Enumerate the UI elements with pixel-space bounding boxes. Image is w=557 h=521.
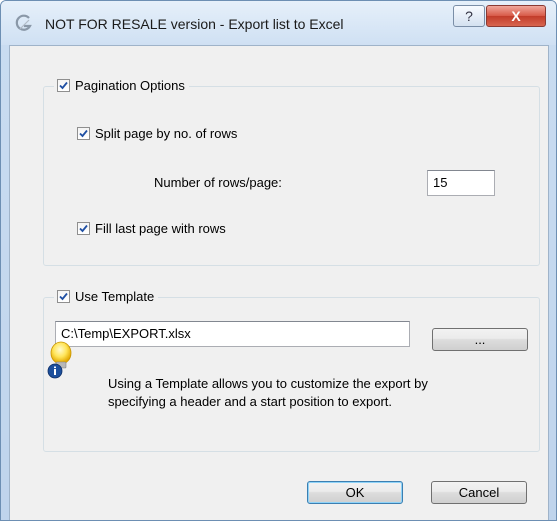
split-page-checkbox[interactable] — [77, 127, 90, 140]
rows-per-page-label: Number of rows/page: — [154, 175, 282, 190]
checkmark-icon — [79, 129, 88, 138]
help-icon: ? — [465, 8, 473, 24]
dialog-window: NOT FOR RESALE version - Export list to … — [0, 0, 557, 521]
ok-button[interactable]: OK — [307, 481, 403, 504]
checkmark-icon — [79, 224, 88, 233]
browse-button[interactable]: ... — [432, 328, 528, 351]
use-template-label: Use Template — [75, 289, 155, 304]
template-info-text: Using a Template allows you to customize… — [108, 375, 488, 411]
template-info-line-2: specifying a header and a start position… — [108, 394, 393, 409]
template-info-line-1: Using a Template allows you to customize… — [108, 376, 428, 391]
title-bar[interactable]: NOT FOR RESALE version - Export list to … — [1, 1, 556, 45]
template-path-input[interactable]: C:\Temp\EXPORT.xlsx — [55, 321, 410, 347]
use-template-checkbox[interactable] — [57, 290, 70, 303]
checkmark-icon — [59, 292, 68, 301]
rows-per-page-input[interactable]: 15 — [427, 170, 495, 196]
split-page-label: Split page by no. of rows — [95, 126, 238, 141]
fill-last-page-option[interactable]: Fill last page with rows — [77, 221, 226, 236]
pagination-options-legend[interactable]: Pagination Options — [54, 78, 189, 93]
window-title: NOT FOR RESALE version - Export list to … — [45, 16, 344, 32]
help-button[interactable]: ? — [453, 5, 485, 27]
dialog-client-area: Pagination Options Split page by no. of … — [9, 45, 549, 520]
use-template-legend[interactable]: Use Template — [54, 289, 159, 304]
pagination-options-checkbox[interactable] — [57, 79, 70, 92]
fill-last-page-checkbox[interactable] — [77, 222, 90, 235]
close-button[interactable]: X — [486, 5, 546, 27]
cancel-button[interactable]: Cancel — [431, 481, 527, 504]
close-icon: X — [511, 8, 521, 24]
lightbulb-info-icon — [47, 341, 72, 379]
split-page-option[interactable]: Split page by no. of rows — [77, 126, 237, 141]
fill-last-page-label: Fill last page with rows — [95, 221, 226, 236]
checkmark-icon — [59, 81, 68, 90]
app-logo-icon — [15, 14, 32, 31]
pagination-options-label: Pagination Options — [75, 78, 185, 93]
